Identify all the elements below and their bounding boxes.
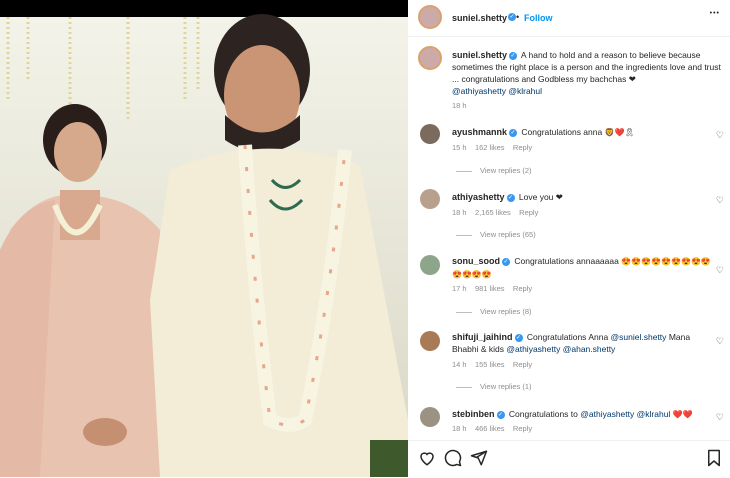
wedding-photo-illustration bbox=[0, 14, 408, 477]
comment-likes[interactable]: 466 likes bbox=[475, 424, 505, 433]
verified-icon: ✓ bbox=[508, 13, 516, 21]
verified-icon: ✓ bbox=[514, 333, 523, 342]
comment-meta: 17 h 981 likes Reply bbox=[452, 284, 532, 293]
reply-button[interactable]: Reply bbox=[513, 424, 532, 433]
comment-body: athiyashetty ✓ Love you ❤ bbox=[452, 191, 563, 203]
comment-likes[interactable]: 2,165 likes bbox=[475, 208, 511, 217]
comment-emoji: 🦁❤️🎗 bbox=[604, 128, 635, 137]
like-comment-icon[interactable]: ♡ bbox=[716, 130, 724, 141]
reply-button[interactable]: Reply bbox=[513, 143, 532, 152]
comment-text: Congratulations annaaaaaa bbox=[514, 256, 619, 266]
comment-likes[interactable]: 155 likes bbox=[475, 360, 505, 369]
comment-text: Love you ❤ bbox=[518, 192, 563, 202]
comment-avatar[interactable] bbox=[420, 407, 440, 427]
like-comment-icon[interactable]: ♡ bbox=[716, 195, 724, 206]
comment-body: sonu_sood ✓ Congratulations annaaaaaa 😍😍😍… bbox=[452, 255, 714, 281]
comment-username[interactable]: sonu_sood bbox=[452, 256, 500, 266]
reply-button[interactable]: Reply bbox=[513, 360, 532, 369]
comment-body: ayushmannk ✓ Congratulations anna 🦁❤️🎗 bbox=[452, 126, 635, 139]
comment-mention[interactable]: @athiyashetty bbox=[506, 344, 560, 354]
view-replies-button[interactable]: View replies (8) bbox=[456, 307, 532, 316]
more-options-icon[interactable]: ••• bbox=[710, 10, 720, 17]
verified-icon: ✓ bbox=[502, 257, 511, 266]
comment-time: 15 h bbox=[452, 143, 467, 152]
comment-avatar[interactable] bbox=[420, 331, 440, 351]
comment-likes[interactable]: 981 likes bbox=[475, 284, 505, 293]
share-icon[interactable] bbox=[470, 449, 488, 467]
comment-avatar[interactable] bbox=[420, 255, 440, 275]
comment-mention[interactable]: @ahan.shetty bbox=[563, 344, 616, 354]
post-panel: suniel.shetty ✓ • Follow ••• suniel.shet… bbox=[408, 0, 730, 477]
like-comment-icon[interactable]: ♡ bbox=[716, 265, 724, 276]
comment-mention[interactable]: @suniel.shetty bbox=[611, 332, 667, 342]
header-avatar[interactable] bbox=[418, 5, 442, 29]
caption-avatar[interactable] bbox=[418, 46, 442, 70]
comment-likes[interactable]: 162 likes bbox=[475, 143, 505, 152]
comment-avatar[interactable] bbox=[420, 189, 440, 209]
comment-username[interactable]: shifuji_jaihind bbox=[452, 332, 513, 342]
comment-username[interactable]: ayushmannk bbox=[452, 127, 507, 137]
comment-mention[interactable]: @klrahul bbox=[637, 409, 671, 419]
comment-meta: 14 h 155 likes Reply bbox=[452, 360, 532, 369]
comment-username[interactable]: athiyashetty bbox=[452, 192, 505, 202]
caption-mentions[interactable]: @athiyashetty @klrahul bbox=[452, 86, 542, 96]
view-replies-button[interactable]: View replies (65) bbox=[456, 230, 536, 239]
comment-text: Congratulations Anna bbox=[526, 332, 609, 342]
post-actions-bar bbox=[408, 440, 730, 478]
comment-avatar[interactable] bbox=[420, 124, 440, 144]
comment-icon[interactable] bbox=[444, 449, 462, 467]
comment-text: Congratulations to bbox=[508, 409, 578, 419]
comment-meta: 15 h 162 likes Reply bbox=[452, 143, 532, 152]
separator-dot: • bbox=[516, 12, 520, 22]
heart-emoji: ❤ bbox=[628, 74, 636, 84]
verified-icon: ✓ bbox=[509, 128, 518, 137]
verified-icon: ✓ bbox=[496, 410, 505, 419]
post-photo[interactable] bbox=[0, 0, 408, 477]
comment-time: 14 h bbox=[452, 360, 467, 369]
view-replies-button[interactable]: View replies (2) bbox=[456, 166, 532, 175]
verified-icon: ✓ bbox=[509, 51, 518, 60]
post-header: suniel.shetty ✓ • Follow ••• bbox=[408, 0, 730, 37]
comment-meta: 18 h 2,165 likes Reply bbox=[452, 208, 538, 217]
comment-time: 18 h bbox=[452, 208, 467, 217]
comment-text: Congratulations anna bbox=[521, 127, 603, 137]
view-replies-button[interactable]: View replies (1) bbox=[456, 382, 532, 391]
comment-time: 18 h bbox=[452, 424, 467, 433]
follow-button[interactable]: Follow bbox=[524, 13, 553, 23]
comment-mention[interactable]: @athiyashetty bbox=[580, 409, 634, 419]
comment-meta: 18 h 466 likes Reply bbox=[452, 424, 532, 433]
like-comment-icon[interactable]: ♡ bbox=[716, 412, 724, 423]
reply-button[interactable]: Reply bbox=[519, 208, 538, 217]
comment-emoji: ❤️❤️ bbox=[672, 410, 693, 419]
bookmark-icon[interactable] bbox=[706, 449, 722, 467]
comment-body: stebinben ✓ Congratulations to @athiyashe… bbox=[452, 408, 693, 421]
caption-time: 18 h bbox=[452, 101, 467, 110]
heart-icon[interactable] bbox=[418, 449, 436, 467]
caption-username[interactable]: suniel.shetty bbox=[452, 50, 507, 60]
comment-username[interactable]: stebinben bbox=[452, 409, 495, 419]
comment-body: shifuji_jaihind ✓ Congratulations Anna @s… bbox=[452, 331, 714, 355]
caption: suniel.shetty ✓ A hand to hold and a reas… bbox=[452, 49, 722, 97]
verified-icon: ✓ bbox=[506, 193, 515, 202]
reply-button[interactable]: Reply bbox=[513, 284, 532, 293]
header-username[interactable]: suniel.shetty bbox=[452, 13, 507, 23]
like-comment-icon[interactable]: ♡ bbox=[716, 336, 724, 347]
comment-time: 17 h bbox=[452, 284, 467, 293]
